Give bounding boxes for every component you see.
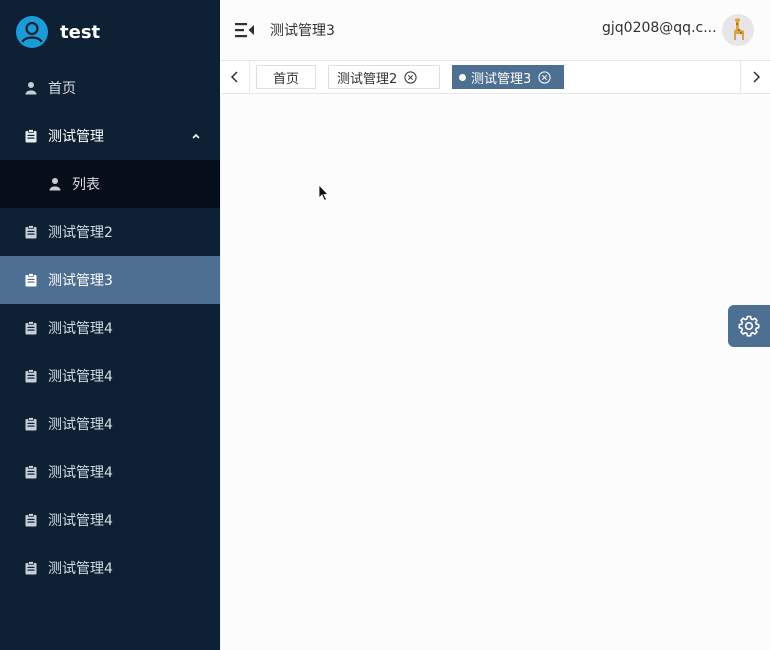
- gear-icon: [738, 315, 760, 337]
- sidebar-item-test-management[interactable]: 测试管理: [0, 112, 220, 160]
- active-dot: [459, 73, 466, 81]
- sidebar-item-label: 首页: [48, 81, 76, 97]
- chevron-up-icon: [192, 133, 200, 139]
- tab-home[interactable]: 首页: [256, 65, 316, 89]
- clipboard-icon: [25, 369, 37, 383]
- clipboard-icon: [25, 465, 37, 479]
- sidebar-item-test-management-4[interactable]: 测试管理4: [0, 448, 220, 496]
- sidebar: test 首页 测试管理 列表 测试管理2 测试管理3 测试管理4 测试管理4 …: [0, 0, 220, 650]
- brand[interactable]: test: [0, 0, 220, 64]
- sidebar-item-test-management-4[interactable]: 测试管理4: [0, 496, 220, 544]
- tabs-scroll-right-button[interactable]: [740, 61, 770, 93]
- sidebar-item-label: 测试管理4: [48, 321, 113, 337]
- close-circle-icon[interactable]: [538, 70, 551, 84]
- clipboard-icon: [25, 561, 37, 575]
- tab-test-management-2[interactable]: 测试管理2: [328, 65, 440, 89]
- sidebar-item-test-management-4[interactable]: 测试管理4: [0, 400, 220, 448]
- main-content: [220, 95, 770, 650]
- close-circle-icon[interactable]: [404, 70, 417, 84]
- tab-test-management-3[interactable]: 测试管理3: [452, 65, 564, 89]
- clipboard-icon: [25, 417, 37, 431]
- sidebar-item-label: 测试管理: [48, 129, 104, 145]
- sidebar-item-label: 测试管理4: [48, 465, 113, 481]
- sidebar-subitem-list[interactable]: 列表: [0, 160, 220, 208]
- menu-fold-icon[interactable]: [234, 19, 256, 41]
- clipboard-icon: [25, 225, 37, 239]
- avatar[interactable]: [722, 14, 754, 46]
- tab-label: 测试管理2: [337, 71, 398, 87]
- clipboard-icon: [25, 273, 37, 287]
- chevron-left-icon: [230, 71, 238, 83]
- sidebar-item-test-management-4[interactable]: 测试管理4: [0, 544, 220, 592]
- tabs-bar: 首页 测试管理2 测试管理3: [220, 60, 770, 94]
- user-email[interactable]: gjq0208@qq.c...: [602, 20, 717, 36]
- clipboard-icon: [25, 513, 37, 527]
- brand-title: test: [60, 21, 101, 43]
- sidebar-item-test-management-4[interactable]: 测试管理4: [0, 352, 220, 400]
- top-header: 测试管理3 gjq0208@qq.c...: [220, 0, 770, 60]
- page-title: 测试管理3: [270, 23, 335, 39]
- sidebar-item-label: 测试管理4: [48, 561, 113, 577]
- giraffe-avatar-icon: [734, 18, 744, 40]
- user-icon: [25, 82, 37, 95]
- sidebar-item-label: 测试管理4: [48, 369, 113, 385]
- tabs-scroll-left-button[interactable]: [220, 61, 250, 93]
- sidebar-item-test-management-2[interactable]: 测试管理2: [0, 208, 220, 256]
- submenu-test-management: 列表: [0, 160, 220, 208]
- sidebar-item-test-management-4[interactable]: 测试管理4: [0, 304, 220, 352]
- settings-button[interactable]: [728, 305, 770, 347]
- user-avatar-logo-icon: [16, 16, 48, 48]
- app-root: test 首页 测试管理 列表 测试管理2 测试管理3 测试管理4 测试管理4 …: [0, 0, 770, 650]
- sidebar-item-label: 测试管理3: [48, 273, 113, 289]
- sidebar-item-label: 列表: [72, 177, 100, 193]
- user-icon: [49, 178, 61, 191]
- mouse-cursor-icon: [318, 184, 329, 202]
- tab-label: 测试管理3: [471, 71, 532, 87]
- sidebar-item-label: 测试管理2: [48, 225, 113, 241]
- chevron-right-icon: [752, 71, 760, 83]
- sidebar-item-test-management-3[interactable]: 测试管理3: [0, 256, 220, 304]
- sidebar-item-home[interactable]: 首页: [0, 64, 220, 112]
- sidebar-item-label: 测试管理4: [48, 417, 113, 433]
- sidebar-item-label: 测试管理4: [48, 513, 113, 529]
- clipboard-icon: [25, 321, 37, 335]
- clipboard-icon: [25, 129, 37, 143]
- tab-label: 首页: [272, 71, 299, 87]
